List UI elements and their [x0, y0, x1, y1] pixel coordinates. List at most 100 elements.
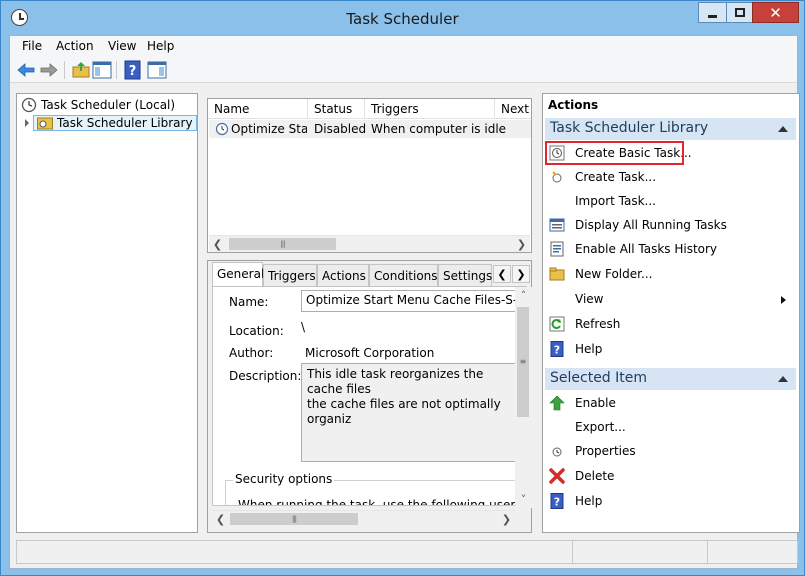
action-display-running[interactable]: Display All Running Tasks — [545, 214, 796, 236]
section-header-selected[interactable]: Selected Item — [545, 368, 796, 390]
name-label: Name: — [229, 295, 269, 309]
properties-clock-icon — [552, 447, 562, 457]
tab-triggers[interactable]: Triggers — [263, 264, 317, 286]
vertical-scrollbar[interactable]: ˄ ≡ ˅ — [515, 287, 532, 508]
toolbar: ? — [10, 57, 797, 83]
action-label: New Folder... — [575, 267, 653, 281]
name-field[interactable]: Optimize Start Menu Cache Files-S-1-5-2 — [301, 290, 519, 312]
status-segment — [707, 541, 708, 563]
close-button[interactable]: ✕ — [752, 2, 799, 23]
tree-item-label: Task Scheduler Library — [57, 116, 193, 130]
action-label: Display All Running Tasks — [575, 218, 727, 232]
delete-x-icon — [549, 468, 565, 484]
highlight-box — [545, 141, 684, 165]
tab-scroll-left-icon[interactable]: ❮ — [493, 265, 511, 283]
help-icon[interactable]: ? — [123, 60, 143, 80]
svg-text:?: ? — [554, 496, 560, 509]
chevron-right-icon[interactable] — [25, 119, 29, 127]
tab-general[interactable]: General — [212, 262, 264, 287]
title-bar[interactable]: Task Scheduler ✕ — [1, 1, 804, 35]
menu-file[interactable]: File — [22, 39, 42, 53]
action-label: Help — [575, 494, 603, 508]
actions-title: Actions — [548, 98, 599, 112]
tree-item-root[interactable]: Task Scheduler (Local) — [21, 96, 175, 114]
action-help[interactable]: ? Help — [545, 338, 796, 360]
submenu-arrow-icon — [781, 296, 786, 304]
menu-help[interactable]: Help — [147, 39, 174, 53]
scroll-left-icon[interactable]: ❮ — [209, 236, 226, 253]
refresh-icon — [549, 316, 565, 332]
action-label: Import Task... — [575, 194, 656, 208]
action-refresh[interactable]: Refresh — [545, 313, 796, 335]
scroll-right-icon[interactable]: ❯ — [498, 511, 515, 528]
forward-arrow-icon[interactable] — [39, 60, 59, 80]
task-clock-icon — [215, 122, 229, 136]
show-action-pane-icon[interactable] — [147, 60, 167, 80]
task-triggers: When computer is idle — [371, 122, 507, 136]
scrollbar-thumb[interactable]: ||| — [229, 238, 336, 250]
tasks-history-icon — [550, 241, 564, 257]
action-help-selected[interactable]: ? Help — [545, 490, 796, 512]
tab-settings[interactable]: Settings — [438, 264, 492, 286]
action-import-task[interactable]: Import Task... — [545, 190, 796, 212]
tab-conditions[interactable]: Conditions — [369, 264, 438, 286]
column-header-next-run[interactable]: Next R — [495, 99, 531, 119]
task-list: Name Status Triggers Next R Optimize Sta… — [207, 98, 532, 253]
create-task-icon — [552, 171, 562, 183]
action-create-task[interactable]: Create Task... — [545, 166, 796, 188]
table-row[interactable]: Optimize Sta... Disabled When computer i… — [209, 120, 531, 138]
scroll-left-icon[interactable]: ❮ — [212, 511, 229, 528]
action-enable[interactable]: Enable — [545, 392, 796, 414]
collapse-caret-icon[interactable] — [778, 376, 788, 382]
section-header-library[interactable]: Task Scheduler Library — [545, 118, 796, 140]
minimize-icon — [708, 15, 717, 18]
scrollbar-thumb[interactable]: ||| — [230, 513, 358, 525]
horizontal-scrollbar[interactable]: ❮ ||| ❯ — [212, 510, 515, 527]
action-view[interactable]: View — [545, 288, 796, 310]
description-field[interactable]: This idle task reorganizes the cache fil… — [301, 363, 519, 462]
action-enable-history[interactable]: Enable All Tasks History — [545, 238, 796, 260]
action-label: View — [575, 292, 604, 306]
author-label: Author: — [229, 346, 274, 360]
description-line: This idle task reorganizes the cache fil… — [307, 367, 484, 396]
security-options-label: Security options — [233, 472, 335, 486]
action-properties[interactable]: Properties — [545, 440, 796, 462]
column-header-status[interactable]: Status — [308, 99, 365, 119]
action-label: Create Task... — [575, 170, 657, 184]
back-arrow-icon[interactable] — [16, 60, 36, 80]
tree-item-library[interactable]: Task Scheduler Library — [25, 114, 197, 132]
tree-selection: Task Scheduler Library — [33, 115, 197, 131]
action-label: Enable All Tasks History — [575, 242, 718, 256]
author-value: Microsoft Corporation — [305, 346, 435, 360]
column-header-triggers[interactable]: Triggers — [365, 99, 495, 119]
column-header-name[interactable]: Name — [208, 99, 308, 119]
horizontal-scrollbar[interactable]: ❮ ||| ❯ — [209, 235, 530, 252]
action-label: Export... — [575, 420, 626, 434]
maximize-button[interactable] — [726, 2, 753, 23]
scroll-down-icon[interactable]: ˅ — [515, 491, 532, 508]
minimize-button[interactable] — [698, 2, 727, 23]
action-label: Enable — [575, 396, 616, 410]
status-segment — [572, 541, 573, 563]
tab-scroll-right-icon[interactable]: ❯ — [512, 265, 530, 283]
show-hide-tree-icon[interactable] — [92, 60, 112, 80]
maximize-icon — [734, 8, 745, 17]
menu-view[interactable]: View — [108, 39, 136, 53]
collapse-caret-icon[interactable] — [778, 126, 788, 132]
scrollbar-thumb[interactable]: ≡ — [517, 307, 529, 417]
actions-pane: Actions Task Scheduler Library Create Ba… — [542, 93, 800, 533]
security-options-text: When running the task, use the following… — [238, 498, 520, 506]
help-icon: ? — [550, 341, 564, 357]
svg-text:?: ? — [129, 64, 137, 79]
up-folder-icon[interactable] — [71, 60, 91, 80]
scroll-right-icon[interactable]: ❯ — [513, 236, 530, 253]
action-export[interactable]: Export... — [545, 416, 796, 438]
action-new-folder[interactable]: New Folder... — [545, 263, 796, 285]
section-title: Task Scheduler Library — [550, 120, 709, 136]
scroll-up-icon[interactable]: ˄ — [515, 287, 532, 304]
menu-action[interactable]: Action — [56, 39, 94, 53]
description-label: Description: — [229, 369, 302, 383]
action-delete[interactable]: Delete — [545, 465, 796, 487]
tab-actions[interactable]: Actions — [317, 264, 369, 286]
toolbar-separator — [116, 61, 117, 79]
